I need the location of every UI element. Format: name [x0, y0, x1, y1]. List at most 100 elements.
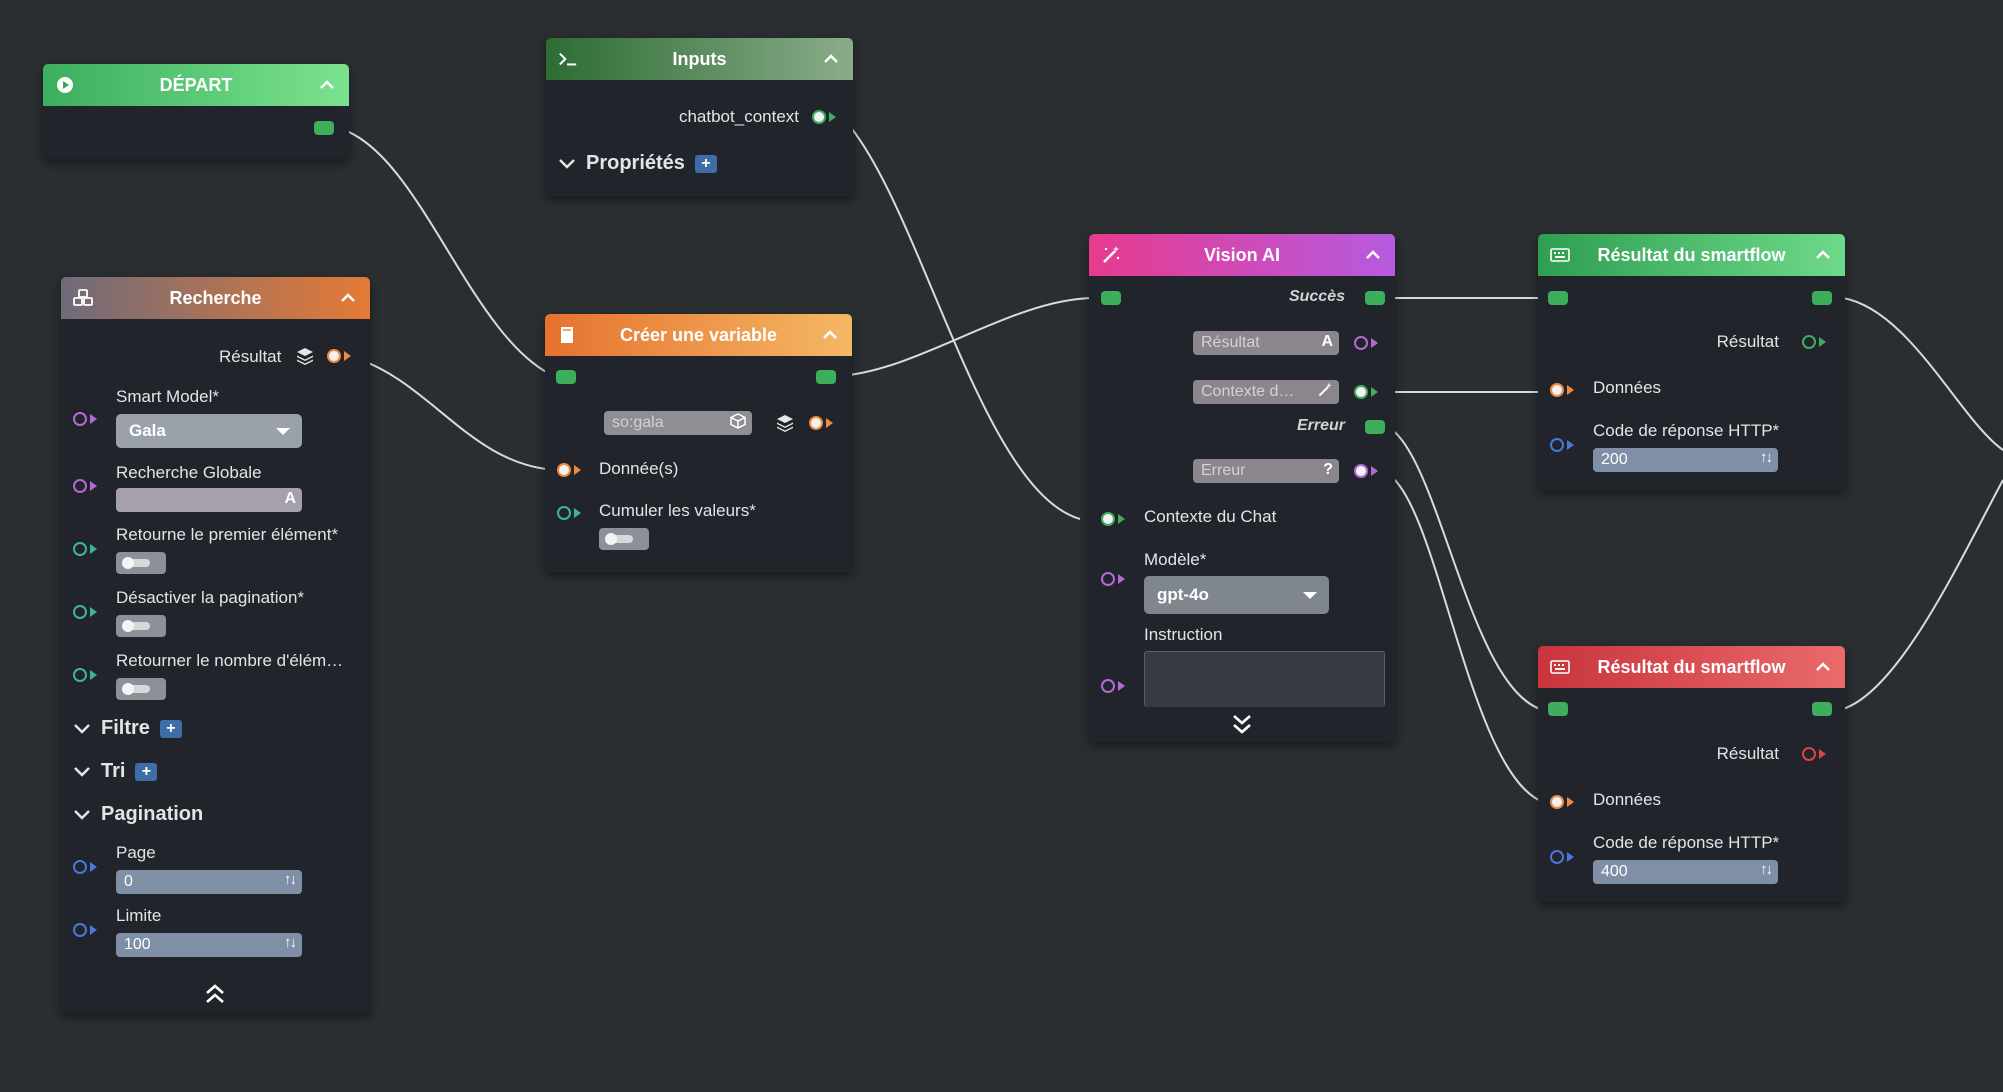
page-input[interactable]: 0 ↑↓: [116, 870, 302, 894]
result-success-flow-in-port[interactable]: [1548, 291, 1568, 305]
port-arrow-icon: [826, 418, 833, 428]
dropdown-arrow-icon: [1303, 592, 1317, 599]
port-arrow-icon: [1819, 749, 1826, 759]
page-port[interactable]: [73, 860, 87, 874]
number-type-icon: ↑↓: [1760, 861, 1773, 878]
recherche-node[interactable]: Recherche Résultat Smart Model* Gala Rec…: [61, 277, 370, 1013]
result-success-node[interactable]: Résultat du smartflow Résultat Données C…: [1538, 234, 1845, 490]
vision-error-data-port[interactable]: [1354, 464, 1368, 478]
inputs-header[interactable]: Inputs: [546, 38, 853, 80]
result-error-http-port[interactable]: [1550, 850, 1564, 864]
limit-input[interactable]: 100 ↑↓: [116, 933, 302, 957]
chat-context-port[interactable]: [1101, 512, 1115, 526]
collapse-up-double-chevron-icon[interactable]: [203, 982, 227, 1011]
wire-inputs-to-vision-context: [841, 116, 1081, 520]
page-label: Page: [116, 843, 156, 862]
accumulate-toggle[interactable]: [599, 528, 649, 550]
accumulate-port[interactable]: [557, 506, 571, 520]
chevron-down-icon: [74, 809, 90, 820]
result-success-http-input[interactable]: 200 ↑↓: [1593, 448, 1778, 472]
page-value: 0: [124, 873, 133, 890]
result-error-result-port[interactable]: [1802, 747, 1816, 761]
variable-data-port[interactable]: [557, 463, 571, 477]
accumulate-label: Cumuler les valeurs*: [599, 501, 756, 520]
instruction-textarea[interactable]: [1144, 651, 1385, 707]
count-toggle[interactable]: [116, 678, 166, 700]
success-label: Succès: [1288, 288, 1345, 305]
pagination-section[interactable]: Pagination: [73, 803, 203, 826]
expand-down-double-chevron-icon[interactable]: [1230, 712, 1254, 741]
count-port[interactable]: [73, 668, 87, 682]
global-search-label: Recherche Globale: [116, 463, 262, 482]
vision-context-port[interactable]: [1354, 385, 1368, 399]
tri-section[interactable]: Tri +: [73, 760, 158, 783]
result-success-http-port[interactable]: [1550, 438, 1564, 452]
smart-model-port[interactable]: [73, 412, 87, 426]
depart-node[interactable]: DÉPART: [43, 64, 349, 159]
depart-header[interactable]: DÉPART: [43, 64, 349, 106]
inputs-node[interactable]: Inputs chatbot_context Propriétés +: [546, 38, 853, 196]
vision-error-port[interactable]: [1365, 420, 1385, 434]
add-property-button[interactable]: +: [694, 154, 717, 173]
limit-port[interactable]: [73, 923, 87, 937]
first-element-toggle[interactable]: [116, 552, 166, 574]
boxes-icon: [73, 288, 93, 308]
chatbot-context-port[interactable]: [812, 110, 826, 124]
variable-flow-in-port[interactable]: [556, 370, 576, 384]
variable-node[interactable]: Créer une variable so:gala Donnée(s) Cum…: [545, 314, 852, 572]
global-search-input[interactable]: A: [116, 488, 302, 512]
disable-pagination-port[interactable]: [73, 605, 87, 619]
port-arrow-icon: [90, 607, 97, 617]
proprietes-section[interactable]: Propriétés +: [558, 152, 717, 175]
result-success-donnees-port[interactable]: [1550, 383, 1564, 397]
result-error-http-input[interactable]: 400 ↑↓: [1593, 860, 1778, 884]
port-arrow-icon: [574, 508, 581, 518]
disable-pagination-toggle[interactable]: [116, 615, 166, 637]
vision-header[interactable]: Vision AI: [1089, 234, 1395, 276]
result-error-flow-in-port[interactable]: [1548, 702, 1568, 716]
result-success-result-port[interactable]: [1802, 335, 1816, 349]
collapse-chevron-icon[interactable]: [317, 75, 337, 95]
result-error-flow-out-port[interactable]: [1812, 702, 1832, 716]
instruction-label: Instruction: [1144, 625, 1223, 644]
collapse-chevron-icon[interactable]: [1813, 245, 1833, 265]
vision-success-port[interactable]: [1365, 291, 1385, 305]
add-sort-button[interactable]: +: [135, 762, 158, 781]
recherche-result-port[interactable]: [327, 349, 341, 363]
smart-model-select[interactable]: Gala: [116, 414, 302, 448]
collapse-chevron-icon[interactable]: [1813, 657, 1833, 677]
collapse-chevron-icon[interactable]: [338, 288, 358, 308]
disable-pagination-label: Désactiver la pagination*: [116, 588, 305, 607]
vision-result-port[interactable]: [1354, 336, 1368, 350]
add-filter-button[interactable]: +: [159, 719, 182, 738]
chat-context-label: Contexte du Chat: [1144, 507, 1277, 526]
global-search-port[interactable]: [73, 479, 87, 493]
model-select[interactable]: gpt-4o: [1144, 576, 1329, 614]
result-error-header[interactable]: Résultat du smartflow: [1538, 646, 1845, 688]
first-element-label: Retourne le premier élément*: [116, 525, 339, 544]
filtre-section[interactable]: Filtre +: [73, 717, 182, 740]
collapse-chevron-icon[interactable]: [821, 49, 841, 69]
model-port[interactable]: [1101, 572, 1115, 586]
result-success-header[interactable]: Résultat du smartflow: [1538, 234, 1845, 276]
instruction-port[interactable]: [1101, 679, 1115, 693]
result-success-flow-out-port[interactable]: [1812, 291, 1832, 305]
port-arrow-icon: [90, 414, 97, 424]
variable-flow-out-port[interactable]: [816, 370, 836, 384]
port-arrow-icon: [1567, 440, 1574, 450]
vision-flow-in-port[interactable]: [1101, 291, 1121, 305]
vision-result-pill-label: Résultat: [1201, 334, 1260, 351]
result-error-donnees-port[interactable]: [1550, 795, 1564, 809]
vision-context-pill-label: Contexte d…: [1201, 383, 1295, 400]
variable-out-port[interactable]: [809, 416, 823, 430]
vision-ai-node[interactable]: Vision AI Succès Résultat A Contexte d… …: [1089, 234, 1395, 742]
result-error-node[interactable]: Résultat du smartflow Résultat Données C…: [1538, 646, 1845, 902]
collapse-chevron-icon[interactable]: [820, 325, 840, 345]
depart-flow-out-port[interactable]: [314, 121, 334, 135]
collapse-chevron-icon[interactable]: [1363, 245, 1383, 265]
first-element-port[interactable]: [73, 542, 87, 556]
variable-header[interactable]: Créer une variable: [545, 314, 852, 356]
number-type-icon: ↑↓: [284, 934, 297, 951]
recherche-header[interactable]: Recherche: [61, 277, 370, 319]
variable-name-input[interactable]: so:gala: [604, 411, 752, 435]
